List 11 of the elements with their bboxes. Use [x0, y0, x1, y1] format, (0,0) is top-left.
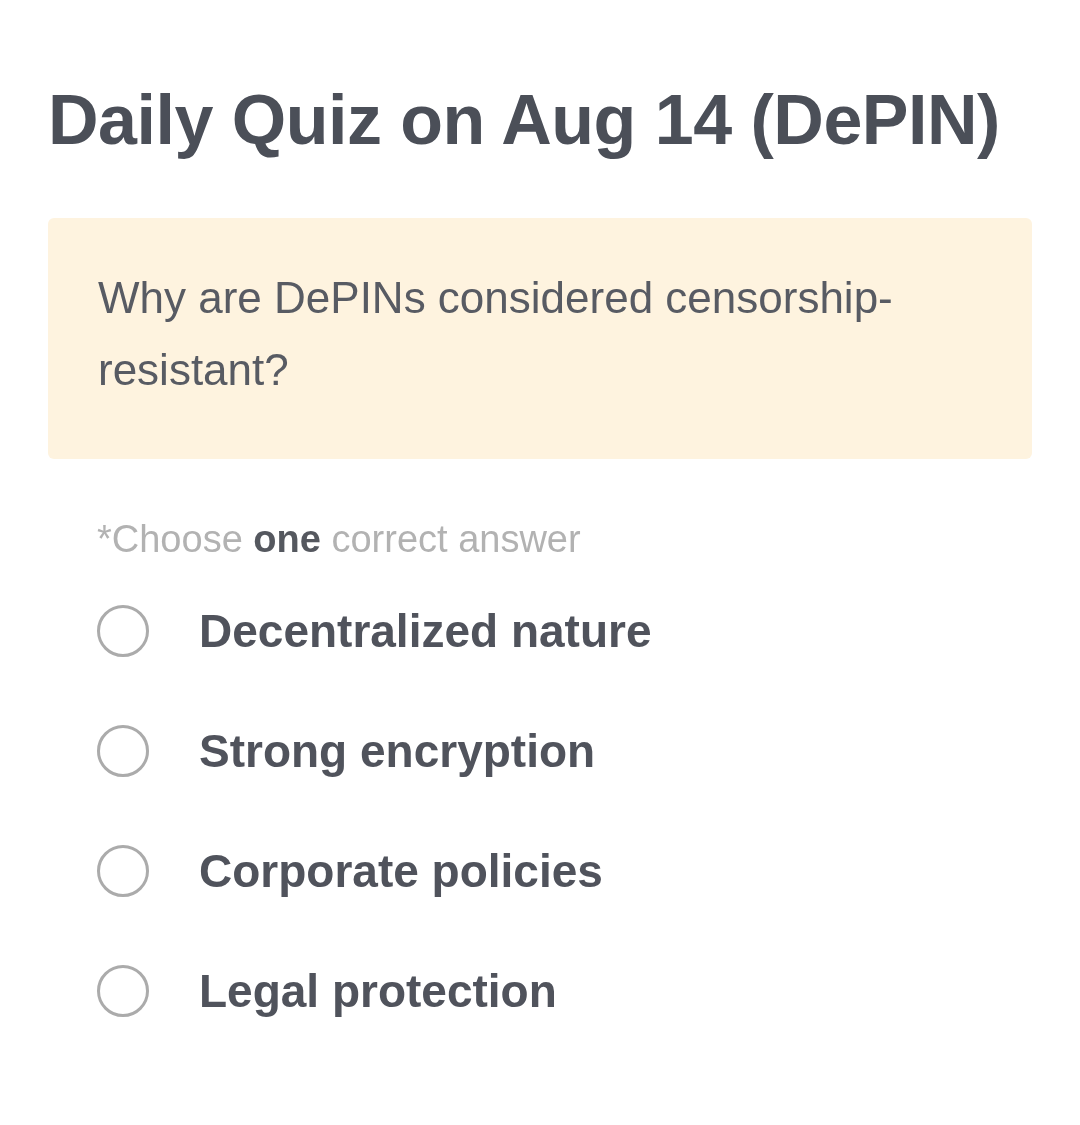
radio-button[interactable]: [97, 965, 149, 1017]
question-text: Why are DePINs considered censorship-resistant?: [48, 218, 1032, 459]
radio-button[interactable]: [97, 605, 149, 657]
option-label[interactable]: Corporate policies: [199, 844, 603, 898]
radio-button[interactable]: [97, 725, 149, 777]
quiz-title: Daily Quiz on Aug 14 (DePIN): [47, 80, 1001, 161]
option-label[interactable]: Strong encryption: [199, 724, 596, 778]
instruction-text: *Choose one correct answer: [97, 517, 582, 562]
option-label[interactable]: Legal protection: [199, 964, 557, 1018]
option-label[interactable]: Decentralized nature: [199, 604, 652, 658]
radio-button[interactable]: [97, 845, 149, 897]
